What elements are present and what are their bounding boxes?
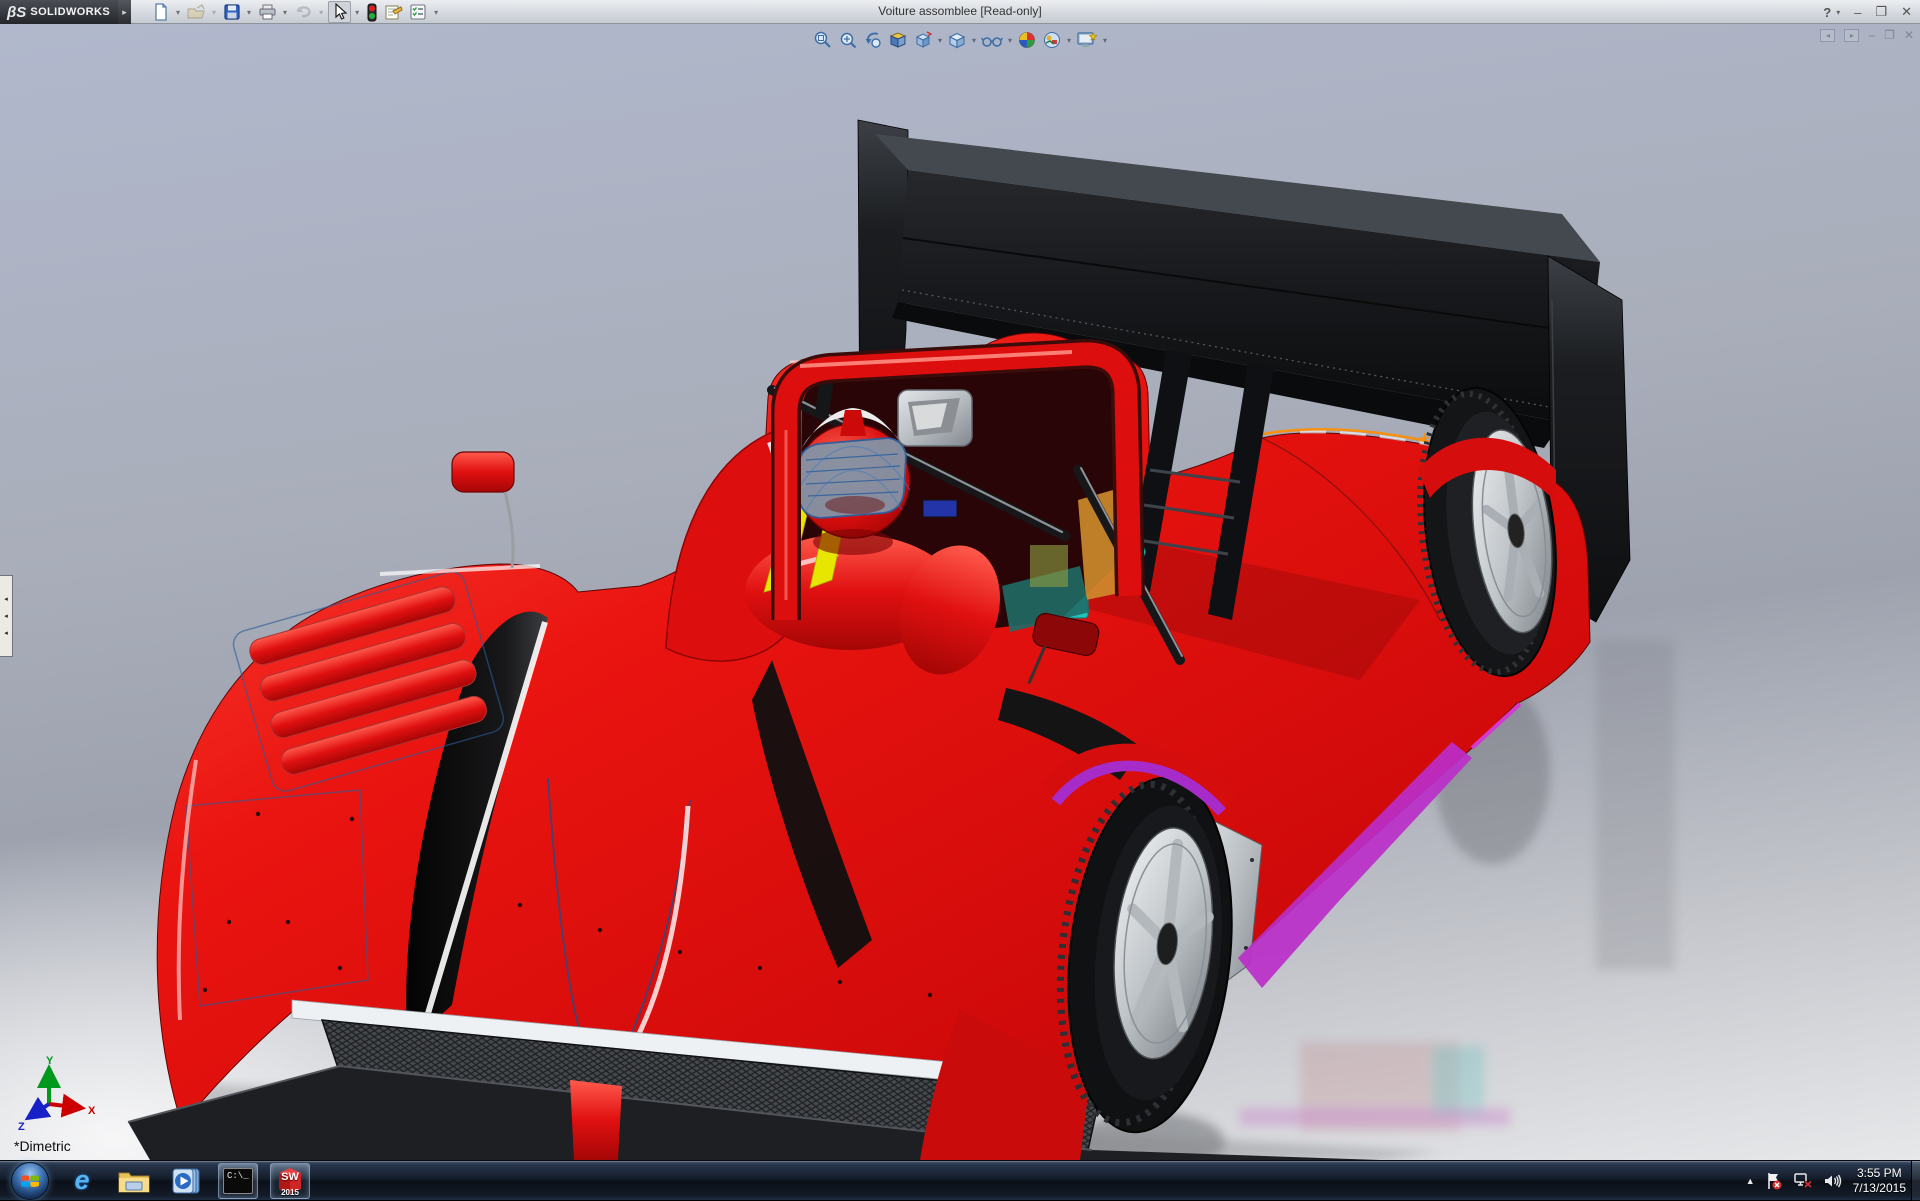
solidworks-2015-button[interactable]: SW 2015: [270, 1163, 310, 1199]
zoom-to-area-icon: [838, 30, 858, 50]
flyout-arrow: ◂: [4, 612, 8, 620]
help-button[interactable]: ?: [1823, 5, 1831, 20]
view-settings-button[interactable]: [1074, 29, 1100, 51]
grille-pylon: [570, 1080, 622, 1160]
system-tray: ▲ 3:55 PM: [1746, 1161, 1906, 1201]
graphics-viewport[interactable]: ◂ ▸ – ❐ ✕: [0, 24, 1920, 1160]
hide-show-items-button[interactable]: [979, 29, 1005, 51]
headsup-view-toolbar: ▾ ▾ ▾: [811, 29, 1109, 51]
command-prompt-icon: C:\_: [223, 1168, 253, 1194]
edit-appearance-button[interactable]: [1015, 29, 1039, 51]
collapse-pane-right-icon[interactable]: ▸: [1844, 29, 1859, 42]
internet-explorer-button[interactable]: e: [62, 1163, 102, 1199]
start-button[interactable]: [10, 1163, 50, 1199]
display-style-button[interactable]: [945, 29, 969, 51]
flyout-arrow: ◂: [4, 629, 8, 637]
view-settings-dropdown[interactable]: ▾: [1103, 36, 1107, 45]
command-prompt-button[interactable]: C:\_: [218, 1163, 258, 1199]
restore-button[interactable]: ❐: [1875, 4, 1887, 20]
left-mirror: [452, 452, 514, 568]
window-title: Voiture assomblee [Read-only]: [0, 4, 1920, 18]
show-hidden-icons-button[interactable]: ▲: [1746, 1176, 1755, 1186]
apply-scene-button[interactable]: [1040, 29, 1064, 51]
view-orientation-label: *Dimetric: [14, 1138, 71, 1154]
doc-minimize-button[interactable]: –: [1868, 29, 1875, 42]
edit-appearance-icon: [1017, 30, 1037, 50]
doc-close-button[interactable]: ✕: [1904, 29, 1914, 42]
zoom-to-fit-icon: [813, 30, 833, 50]
windows-start-orb-icon: [11, 1162, 49, 1200]
collapse-pane-left-icon[interactable]: ◂: [1820, 29, 1835, 42]
triad-z-label: Z: [18, 1121, 25, 1132]
media-player-icon: [171, 1167, 201, 1195]
minimize-button[interactable]: –: [1854, 5, 1861, 20]
display-style-icon: [947, 30, 967, 50]
solidworks-2015-icon: SW 2015: [275, 1166, 305, 1196]
featuremanager-flyout-tab[interactable]: ◂ ◂ ◂: [0, 575, 13, 657]
windows-explorer-button[interactable]: [114, 1163, 154, 1199]
doc-restore-button[interactable]: ❐: [1884, 29, 1895, 42]
title-bar: βS SOLIDWORKS ▸ ▾ ▾ ▾: [0, 0, 1920, 24]
show-desktop-button[interactable]: [1911, 1161, 1920, 1201]
car-model[interactable]: [0, 24, 1920, 1160]
apply-scene-dropdown[interactable]: ▾: [1067, 36, 1071, 45]
apply-scene-icon: [1042, 30, 1062, 50]
hide-show-items-icon: [981, 30, 1003, 50]
orientation-triad: Y X Z: [16, 1054, 100, 1132]
network-error-icon[interactable]: [1793, 1172, 1813, 1190]
previous-view-icon: [863, 30, 883, 50]
zoom-to-area-button[interactable]: [836, 29, 860, 51]
view-settings-icon: [1076, 30, 1098, 50]
internet-explorer-icon: e: [74, 1167, 89, 1194]
window-controls: ? ▾ – ❐ ✕: [1823, 0, 1912, 24]
center-mirror-housing: [898, 390, 972, 446]
clock-date: 7/13/2015: [1853, 1181, 1906, 1196]
previous-view-button[interactable]: [861, 29, 885, 51]
flyout-arrow: ◂: [4, 595, 8, 603]
media-player-button[interactable]: [166, 1163, 206, 1199]
help-dropdown[interactable]: ▾: [1836, 8, 1840, 17]
windows-taskbar: e C:\_: [0, 1160, 1920, 1200]
section-view-icon: [888, 30, 908, 50]
view-orientation-dropdown[interactable]: ▾: [938, 36, 942, 45]
section-view-button[interactable]: [886, 29, 910, 51]
document-window-controls: ◂ ▸ – ❐ ✕: [1820, 29, 1914, 42]
clock-time: 3:55 PM: [1853, 1166, 1906, 1181]
zoom-to-fit-button[interactable]: [811, 29, 835, 51]
taskbar-clock[interactable]: 3:55 PM 7/13/2015: [1853, 1166, 1906, 1196]
close-button[interactable]: ✕: [1901, 4, 1912, 20]
folder-icon: [118, 1168, 150, 1194]
view-orientation-button[interactable]: [911, 29, 935, 51]
action-center-flag-icon[interactable]: [1765, 1172, 1783, 1190]
triad-x-label: X: [88, 1105, 96, 1117]
triad-y-label: Y: [46, 1055, 54, 1067]
display-style-dropdown[interactable]: ▾: [972, 36, 976, 45]
volume-icon[interactable]: [1823, 1172, 1843, 1190]
view-orientation-icon: [913, 30, 933, 50]
hide-show-items-dropdown[interactable]: ▾: [1008, 36, 1012, 45]
